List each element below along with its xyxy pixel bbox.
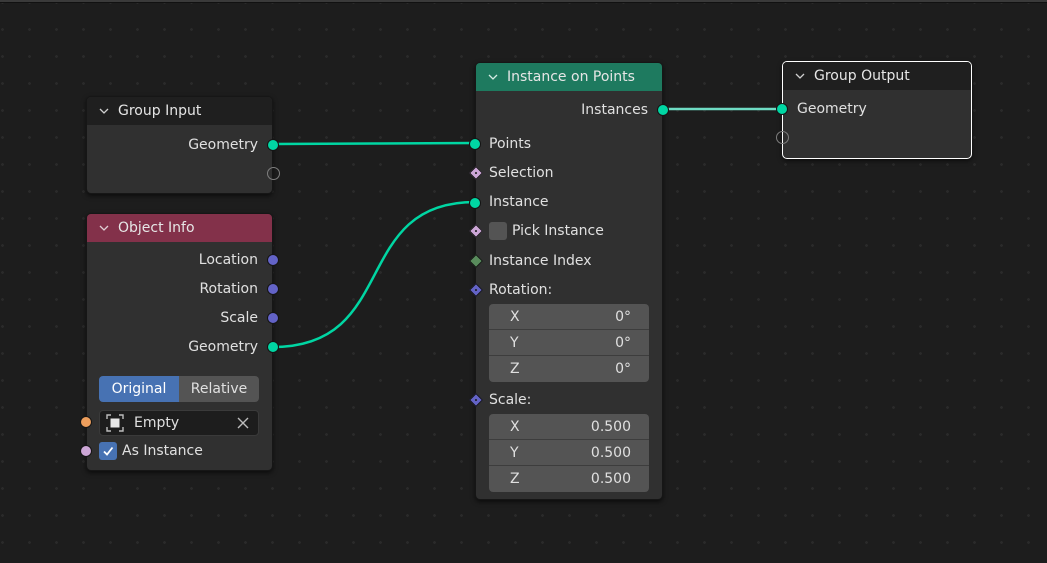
geometry-input-socket[interactable]: [776, 103, 788, 115]
input-geometry-label: Geometry: [797, 101, 867, 117]
axis-label: Y: [510, 444, 519, 461]
axis-value: 0°: [615, 361, 631, 377]
as-instance-row[interactable]: As Instance: [99, 441, 203, 461]
selection-input-socket[interactable]: [468, 165, 484, 181]
scale-input-socket[interactable]: [468, 392, 484, 408]
chevron-down-icon[interactable]: [795, 71, 805, 81]
input-rotation-label: Rotation:: [489, 282, 553, 298]
clear-x-icon[interactable]: [237, 417, 249, 429]
object-info-node[interactable]: Object Info Location Rotation Scale Geom…: [80, 213, 279, 471]
axis-label: Y: [510, 334, 519, 351]
empty-output-socket[interactable]: [267, 167, 280, 180]
instance-input-socket[interactable]: [469, 197, 481, 209]
output-scale-label: Scale: [220, 310, 258, 326]
instances-output-socket[interactable]: [657, 104, 669, 116]
axis-value: 0.500: [590, 444, 631, 461]
pick-instance-label: Pick Instance: [512, 223, 604, 239]
group-input-header[interactable]: Group Input: [87, 97, 272, 125]
node-title: Group Input: [118, 103, 202, 119]
editor-top-border: [0, 0, 1047, 3]
input-selection-label: Selection: [489, 165, 554, 181]
rotation-output-socket[interactable]: [267, 283, 279, 295]
output-instances-label: Instances: [581, 102, 648, 118]
rotation-y-field[interactable]: Y 0°: [489, 330, 649, 356]
scale-x-field[interactable]: X 0.500: [489, 414, 649, 440]
axis-value: 0.500: [590, 418, 631, 435]
object-field-value: Empty: [134, 415, 180, 431]
link-object-geometry-to-instance[interactable]: [272, 200, 476, 349]
scale-output-socket[interactable]: [267, 312, 279, 324]
axis-label: X: [510, 308, 520, 325]
node-title: Object Info: [118, 220, 195, 236]
rotation-x-field[interactable]: X 0°: [489, 304, 649, 330]
axis-label: Z: [510, 361, 520, 377]
rotation-z-field[interactable]: Z 0°: [489, 356, 649, 382]
as-instance-label: As Instance: [122, 443, 203, 459]
instance-index-input-socket[interactable]: [468, 253, 484, 269]
object-input-socket[interactable]: [80, 416, 92, 428]
node-title: Group Output: [814, 68, 910, 84]
transform-space-toggle[interactable]: Original Relative: [99, 376, 259, 402]
axis-value: 0°: [615, 334, 631, 351]
rotation-input-socket[interactable]: [468, 282, 484, 298]
transform-original-button[interactable]: Original: [99, 376, 179, 402]
output-location-label: Location: [198, 252, 258, 268]
input-scale-label: Scale:: [489, 392, 532, 408]
chevron-down-icon[interactable]: [99, 106, 109, 116]
output-rotation-label: Rotation: [199, 281, 258, 297]
empty-input-socket[interactable]: [776, 131, 789, 144]
scale-vector-field[interactable]: X 0.500 Y 0.500 Z 0.500: [489, 414, 649, 492]
axis-value: 0°: [615, 308, 631, 325]
axis-label: X: [510, 418, 520, 435]
points-input-socket[interactable]: [469, 138, 481, 150]
checkmark-icon: [103, 446, 114, 456]
input-instance-label: Instance: [489, 194, 549, 210]
location-output-socket[interactable]: [267, 254, 279, 266]
chevron-down-icon[interactable]: [488, 72, 498, 82]
link-group-input-to-points[interactable]: [272, 141, 476, 146]
instance-on-points-node[interactable]: Instance on Points Instances Points Sele…: [468, 62, 669, 500]
input-instance-index-label: Instance Index: [489, 253, 592, 269]
as-instance-input-socket[interactable]: [80, 445, 92, 457]
transform-relative-button[interactable]: Relative: [179, 376, 259, 402]
group-output-node[interactable]: Group Output Geometry: [776, 61, 972, 159]
output-geometry-label: Geometry: [188, 339, 258, 355]
object-field[interactable]: Empty: [99, 410, 259, 436]
scale-y-field[interactable]: Y 0.500: [489, 440, 649, 466]
output-geometry-label: Geometry: [188, 137, 258, 153]
object-info-header[interactable]: Object Info: [87, 214, 272, 242]
pick-instance-row[interactable]: Pick Instance: [489, 221, 604, 241]
as-instance-checkbox[interactable]: [99, 442, 117, 460]
group-input-node[interactable]: Group Input Geometry: [86, 96, 280, 194]
geometry-output-socket[interactable]: [267, 139, 279, 151]
group-output-header[interactable]: Group Output: [783, 62, 971, 90]
instance-on-points-header[interactable]: Instance on Points: [476, 63, 662, 91]
chevron-down-icon[interactable]: [99, 223, 109, 233]
pick-instance-input-socket[interactable]: [468, 223, 484, 239]
rotation-vector-field[interactable]: X 0° Y 0° Z 0°: [489, 304, 649, 382]
scale-z-field[interactable]: Z 0.500: [489, 466, 649, 492]
input-points-label: Points: [489, 136, 532, 152]
geometry-output-socket[interactable]: [267, 341, 279, 353]
node-title: Instance on Points: [507, 69, 635, 85]
axis-label: Z: [510, 471, 520, 487]
empty-object-icon: [106, 414, 124, 432]
pick-instance-checkbox[interactable]: [489, 222, 507, 240]
axis-value: 0.500: [590, 471, 631, 487]
